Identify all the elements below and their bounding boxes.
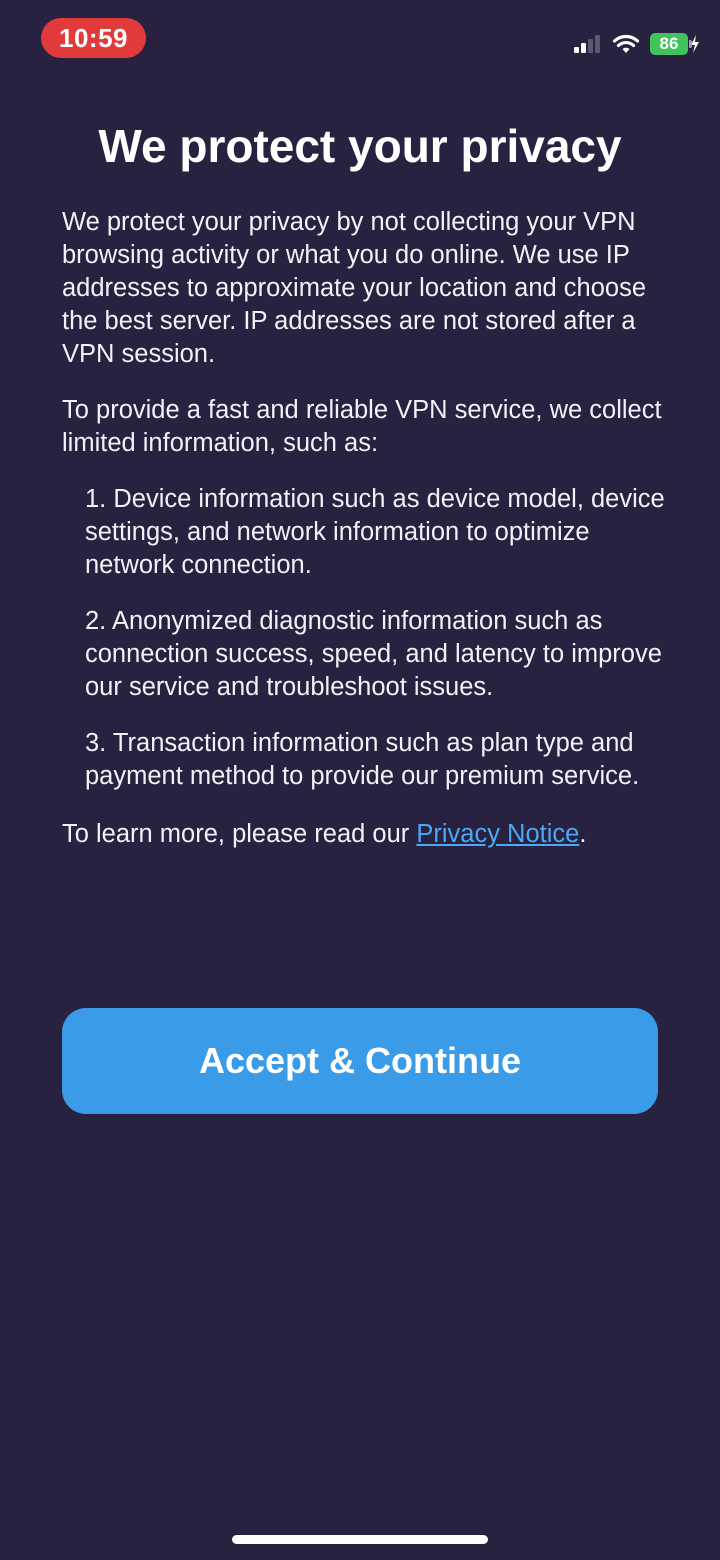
cellular-signal-icon xyxy=(574,35,600,53)
learn-more-suffix: . xyxy=(579,820,587,848)
list-item: 2. Anonymized diagnostic information suc… xyxy=(85,607,662,701)
accept-continue-button[interactable]: Accept & Continue xyxy=(62,1008,658,1114)
status-time: 10:59 xyxy=(41,18,146,58)
privacy-content: We protect your privacy by not collectin… xyxy=(62,206,667,874)
status-bar: 10:59 86 xyxy=(0,0,720,80)
collected-info-list: 1. Device information such as device mod… xyxy=(62,483,667,793)
intro-paragraph: We protect your privacy by not collectin… xyxy=(62,208,647,368)
home-indicator[interactable] xyxy=(232,1535,488,1544)
privacy-notice-link[interactable]: Privacy Notice xyxy=(416,820,579,848)
learn-more-prefix: To learn more, please read our xyxy=(62,820,417,848)
page-title: We protect your privacy xyxy=(98,120,622,172)
collect-intro-paragraph: To provide a fast and reliable VPN servi… xyxy=(62,396,662,457)
battery-level: 86 xyxy=(659,34,679,53)
learn-more-paragraph: To learn more, please read our Privacy N… xyxy=(62,818,667,851)
wifi-icon xyxy=(612,34,640,53)
list-item: 3. Transaction information such as plan … xyxy=(85,729,640,790)
status-icons: 86 xyxy=(574,30,699,58)
charging-bolt-icon xyxy=(691,35,699,53)
battery-charging-icon: 86 xyxy=(650,33,699,55)
list-item: 1. Device information such as device mod… xyxy=(85,485,665,579)
